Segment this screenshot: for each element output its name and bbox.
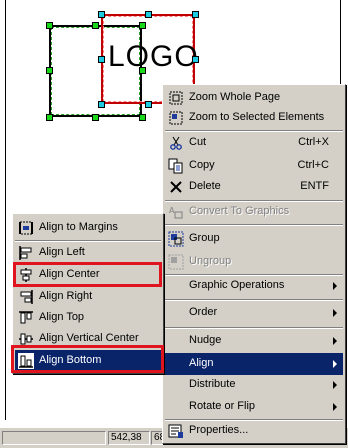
submenu-arrow-icon: [333, 282, 337, 290]
svg-text:A: A: [169, 206, 175, 215]
resize-handle[interactable]: [92, 22, 99, 29]
resize-handle[interactable]: [139, 114, 146, 121]
menu-item-rotate-or-flip[interactable]: Rotate or Flip: [165, 396, 343, 418]
context-menu: Zoom Whole Page Zoom to Selected Element…: [162, 84, 346, 444]
resize-handle[interactable]: [145, 11, 152, 18]
resize-handle[interactable]: [92, 114, 99, 121]
menu-item-properties[interactable]: Properties...: [165, 420, 343, 442]
zoom-selection-icon: [168, 110, 184, 126]
resize-handle[interactable]: [192, 56, 199, 63]
delete-x-icon: [168, 179, 184, 195]
resize-handle[interactable]: [98, 101, 105, 108]
resize-handle[interactable]: [139, 22, 146, 29]
menu-item-delete[interactable]: Delete ENTF: [165, 176, 343, 198]
resize-handle[interactable]: [46, 114, 53, 121]
logo-text-element[interactable]: LOGO: [108, 40, 199, 74]
scissors-icon: [168, 135, 184, 151]
align-left-icon: [18, 245, 34, 261]
copy-icon: [168, 158, 184, 174]
align-top-icon: [18, 310, 34, 326]
menu-item-convert-to-graphics[interactable]: A Convert To Graphics: [165, 201, 343, 223]
menu-item-group[interactable]: Group: [165, 228, 343, 250]
align-right-icon: [18, 289, 34, 305]
menu-separator: [165, 299, 343, 301]
submenu-arrow-icon: [333, 381, 337, 389]
menu-item-align[interactable]: Align: [165, 353, 343, 375]
menu-item-graphic-operations[interactable]: Graphic Operations: [165, 275, 343, 297]
menu-item-nudge[interactable]: Nudge: [165, 330, 343, 352]
resize-handle[interactable]: [192, 11, 199, 18]
align-margins-icon: [18, 220, 34, 236]
ungroup-icon: [168, 254, 184, 270]
submenu-arrow-icon: [333, 337, 337, 345]
menu-item-distribute[interactable]: Distribute: [165, 374, 343, 396]
properties-icon: [168, 423, 184, 439]
resize-handle[interactable]: [98, 11, 105, 18]
menu-separator: [165, 327, 343, 329]
zoom-page-icon: [168, 90, 184, 106]
menu-item-align-left[interactable]: Align Left: [15, 242, 161, 264]
status-coordinates: 542,38: [108, 431, 150, 445]
resize-handle[interactable]: [98, 56, 105, 63]
menu-item-cut[interactable]: Cut Ctrl+X: [165, 132, 343, 154]
menu-item-ungroup[interactable]: Ungroup: [165, 251, 343, 273]
resize-handle[interactable]: [139, 67, 146, 74]
page-border-left: [5, 0, 6, 420]
menu-item-align-right[interactable]: Align Right: [15, 286, 161, 308]
convert-graphics-icon: A: [168, 204, 184, 220]
group-icon: [168, 231, 184, 247]
status-cell-empty: [2, 431, 106, 445]
resize-handle[interactable]: [46, 67, 53, 74]
menu-item-align-top[interactable]: Align Top: [15, 307, 161, 329]
menu-item-align-to-margins[interactable]: Align to Margins: [15, 217, 161, 239]
submenu-arrow-icon: [333, 403, 337, 411]
submenu-arrow-icon: [333, 360, 337, 368]
menu-item-copy[interactable]: Copy Ctrl+C: [165, 155, 343, 177]
annotation-highlight-align-bottom: [11, 345, 164, 373]
annotation-highlight-align-center: [13, 262, 162, 287]
menu-item-order[interactable]: Order: [165, 302, 343, 324]
resize-handle[interactable]: [145, 101, 152, 108]
resize-handle[interactable]: [46, 22, 53, 29]
menu-item-zoom-whole-page[interactable]: Zoom Whole Page: [165, 87, 343, 109]
menu-item-zoom-selected[interactable]: Zoom to Selected Elements: [165, 107, 343, 129]
submenu-arrow-icon: [333, 309, 337, 317]
menu-separator: [165, 224, 343, 226]
